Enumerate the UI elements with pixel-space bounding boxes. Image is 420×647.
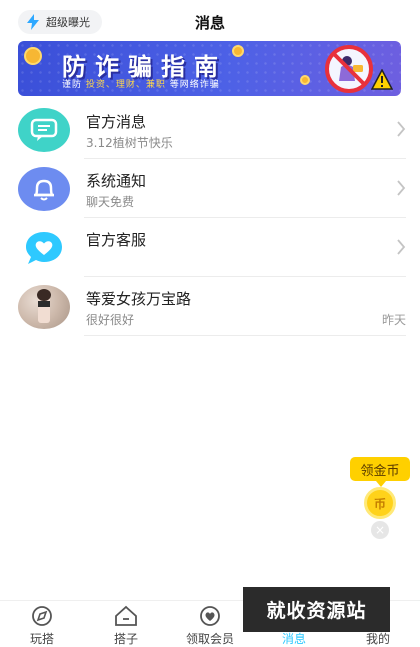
coin-decoration — [232, 45, 244, 57]
top-bar: 超级曝光 消息 — [0, 0, 420, 40]
coin-decoration — [300, 75, 310, 85]
divider — [84, 335, 406, 336]
banner-subtitle: 谨防 投资、理财、兼职 等网络诈骗 — [62, 80, 220, 90]
tab-label: 玩搭 — [29, 632, 54, 646]
coin-icon[interactable]: 币 — [364, 487, 396, 519]
chevron-right-icon — [397, 180, 406, 196]
claim-coins-button[interactable]: 领金币 — [350, 457, 410, 487]
message-time: 昨天 — [381, 313, 406, 327]
no-fraud-icon — [325, 45, 373, 93]
tab-claim-vip[interactable]: 领取会员 — [168, 603, 252, 647]
compass-icon — [32, 606, 52, 626]
list-item-official-news[interactable]: 官方消息 3.12植树节快乐 — [0, 100, 420, 159]
vip-heart-icon — [200, 606, 220, 626]
tab-partner[interactable]: 搭子 — [84, 603, 168, 647]
chevron-right-icon — [397, 239, 406, 255]
avatar — [18, 285, 70, 329]
message-list: 官方消息 3.12植树节快乐 系统通知 聊天免费 官方客服 等爱女孩万宝路 很好… — [0, 100, 420, 336]
contact-name: 系统通知 — [86, 172, 147, 190]
contact-name: 等爱女孩万宝路 — [86, 290, 192, 308]
tab-label: 消息 — [281, 632, 306, 646]
tab-label: 我的 — [365, 632, 390, 646]
watermark: 就收资源站 — [243, 587, 390, 632]
tab-play[interactable]: 玩搭 — [0, 603, 84, 647]
warning-icon — [371, 69, 393, 90]
list-item-customer-service[interactable]: 官方客服 — [0, 218, 420, 277]
message-preview: 很好很好 — [86, 313, 135, 327]
anti-fraud-banner[interactable]: 防诈骗指南 谨防 投资、理财、兼职 等网络诈骗 — [18, 41, 401, 96]
page-title: 消息 — [194, 14, 225, 32]
message-preview: 3.12植树节快乐 — [86, 136, 173, 150]
tab-label: 搭子 — [113, 632, 138, 646]
home-icon — [115, 605, 137, 626]
contact-name: 官方消息 — [86, 113, 147, 131]
chat-bubble-icon — [18, 108, 70, 152]
message-preview: 聊天免费 — [86, 195, 135, 209]
tab-label: 领取会员 — [185, 632, 234, 646]
bell-icon — [18, 167, 70, 211]
coin-decoration — [24, 47, 42, 65]
list-item-user-chat[interactable]: 等爱女孩万宝路 很好很好 昨天 — [0, 277, 420, 336]
contact-name: 官方客服 — [86, 231, 147, 249]
chevron-right-icon — [397, 121, 406, 137]
list-item-system-notice[interactable]: 系统通知 聊天免费 — [0, 159, 420, 218]
close-icon[interactable]: × — [371, 521, 389, 539]
heart-chat-icon — [18, 226, 70, 270]
